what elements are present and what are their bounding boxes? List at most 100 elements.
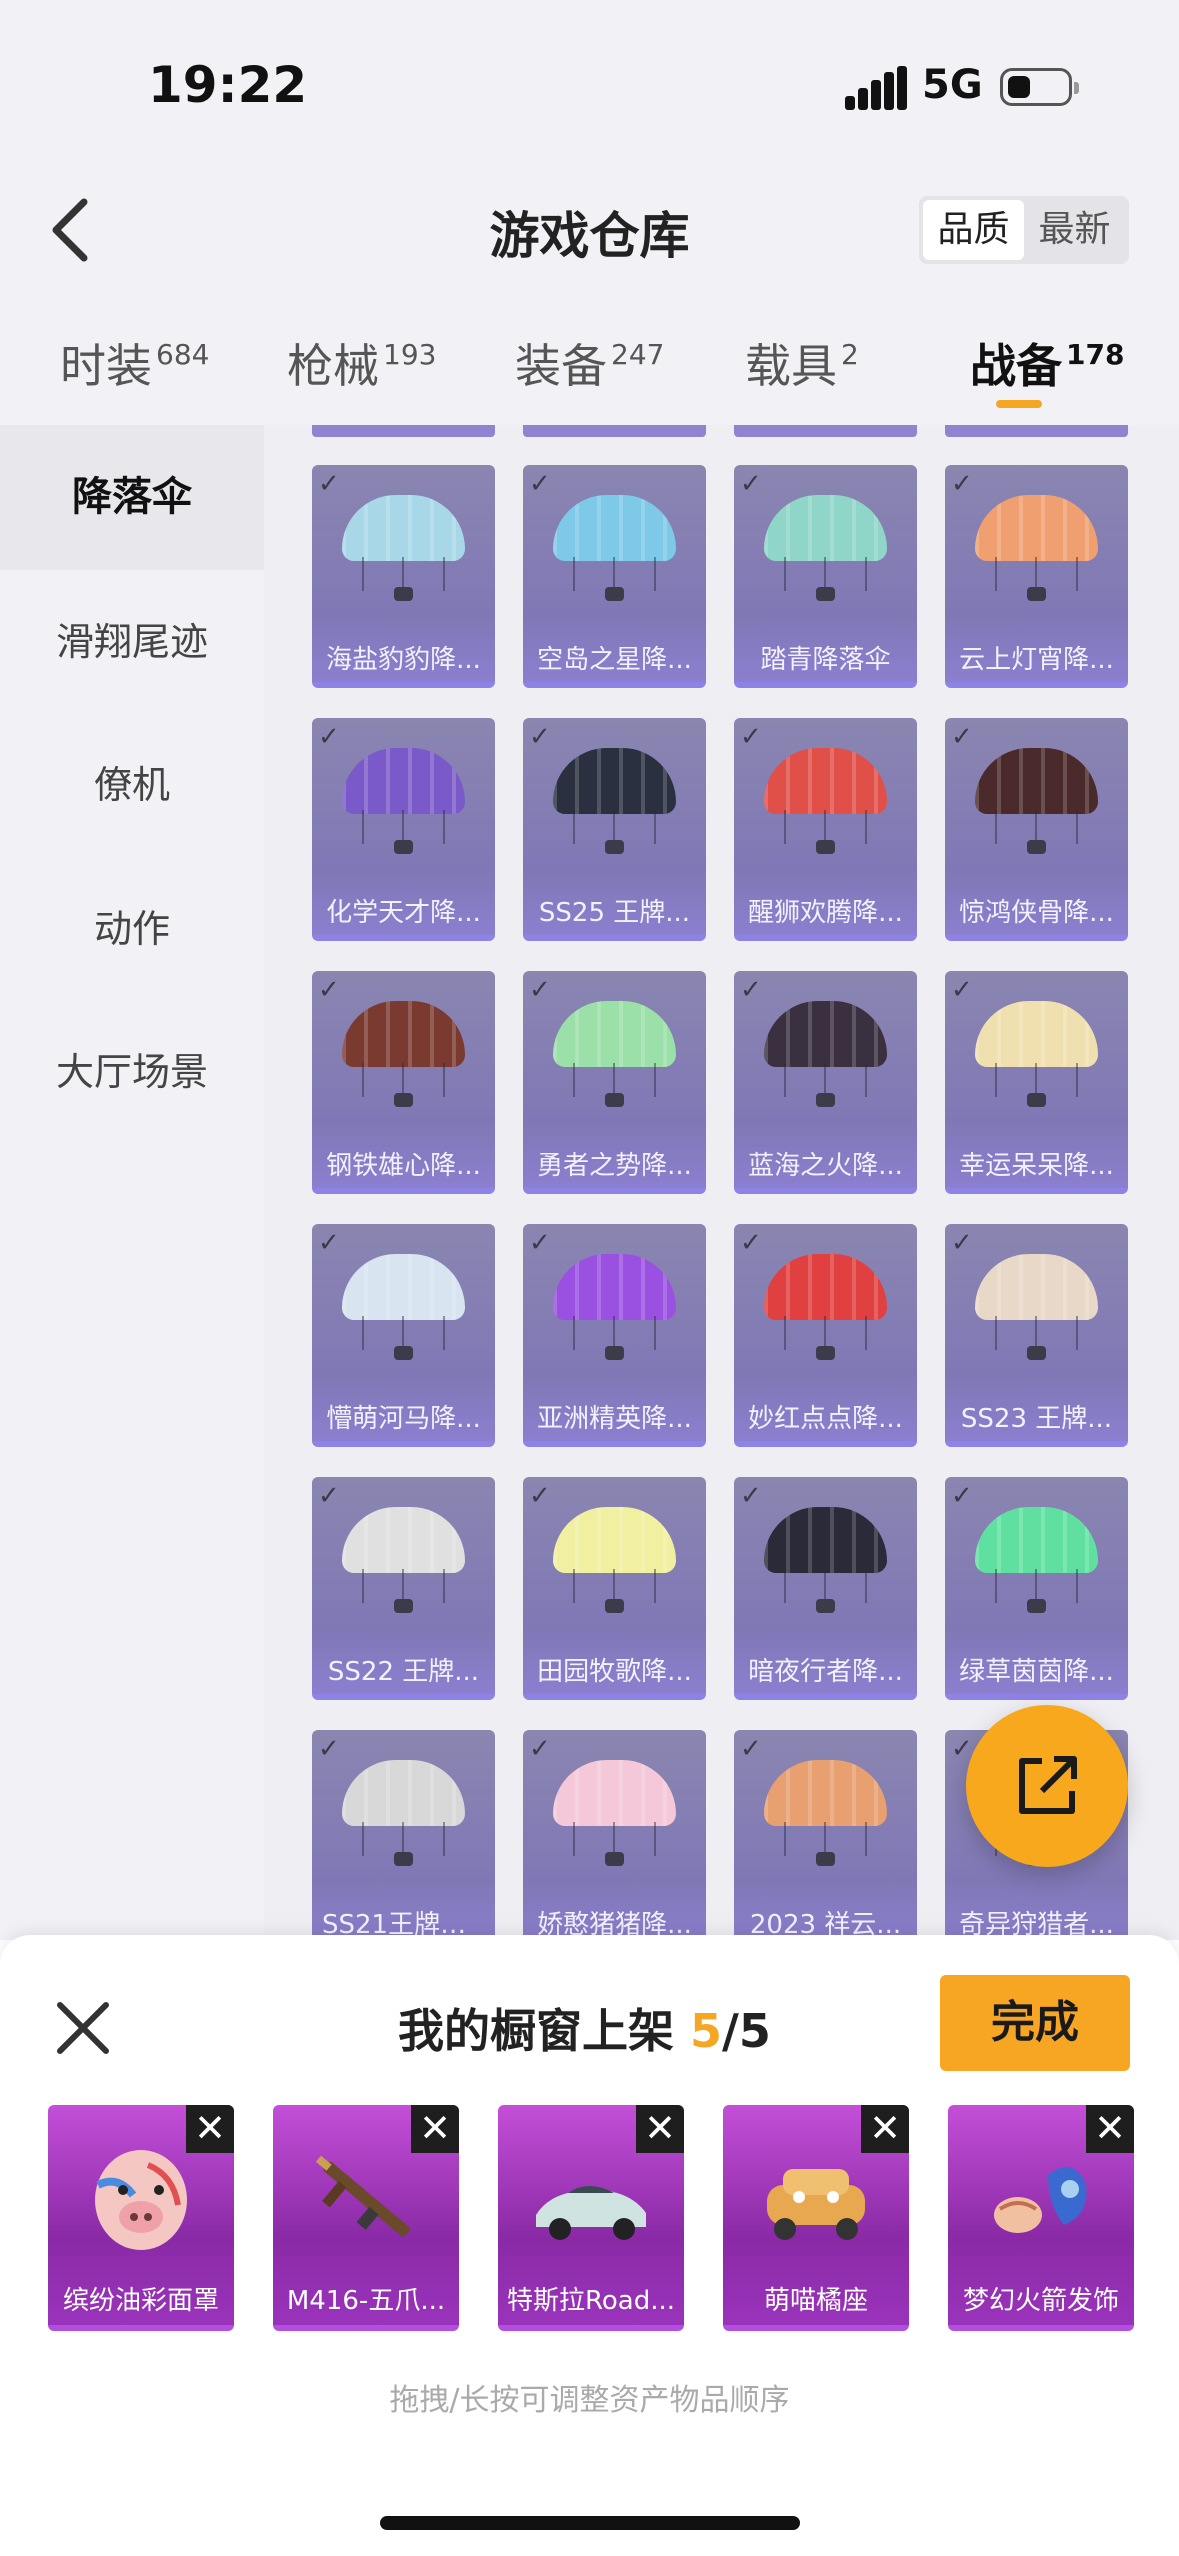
header: 游戏仓库 品质 最新: [0, 160, 1179, 300]
sidebar-item-lobby-scene[interactable]: 大厅场景: [0, 1000, 264, 1145]
owned-check-icon: ✓: [740, 975, 762, 1005]
tab-fashion[interactable]: 时装 684: [60, 330, 209, 396]
sort-option-newest[interactable]: 最新: [1024, 200, 1125, 260]
slot-label: 缤纷油彩面罩: [62, 2286, 219, 2316]
tab-count: 2: [841, 338, 859, 371]
owned-check-icon: ✓: [318, 1734, 340, 1764]
owned-check-icon: ✓: [529, 469, 551, 499]
card-label: 田园牧歌降...: [537, 1657, 692, 1687]
parachute-card[interactable]: ✓ SS21王牌降...: [312, 1730, 495, 1940]
parachute-card[interactable]: ✓ SS25 王牌...: [523, 718, 706, 941]
showcase-slot[interactable]: ✕ 萌喵橘座: [723, 2105, 909, 2331]
remove-icon[interactable]: ✕: [636, 2105, 684, 2153]
parachute-card[interactable]: ✓ 惊鸿侠骨降...: [945, 718, 1128, 941]
share-button[interactable]: [966, 1705, 1128, 1867]
remove-icon[interactable]: ✕: [411, 2105, 459, 2153]
home-indicator[interactable]: [380, 2516, 800, 2530]
parachute-card[interactable]: ✓ 亚洲精英降...: [523, 1224, 706, 1447]
owned-check-icon: ✓: [318, 975, 340, 1005]
showcase-total: /5: [722, 2004, 771, 2058]
tab-label: 载具: [745, 339, 837, 393]
card-label: 暗夜行者降...: [748, 1657, 903, 1687]
parachute-card[interactable]: ✓ 娇憨猪猪降...: [523, 1730, 706, 1940]
remove-icon[interactable]: ✕: [861, 2105, 909, 2153]
status-time: 19:22: [148, 56, 308, 114]
sidebar-item-parachute[interactable]: 降落伞: [0, 425, 264, 570]
tab-label: 战备: [970, 339, 1062, 393]
partial-card: [312, 425, 495, 437]
owned-check-icon: ✓: [740, 1734, 762, 1764]
showcase-panel: 我的橱窗上架 5/5 完成 ✕ 缤纷油彩面罩 ✕ M416-五爪... ✕ 特斯…: [0, 1935, 1179, 2556]
tab-vehicles[interactable]: 载具 2: [745, 330, 859, 396]
parachute-card[interactable]: ✓ 懵萌河马降...: [312, 1224, 495, 1447]
showcase-slot[interactable]: ✕ 缤纷油彩面罩: [48, 2105, 234, 2331]
card-label: SS22 王牌...: [327, 1657, 480, 1687]
remove-icon[interactable]: ✕: [186, 2105, 234, 2153]
parachute-card[interactable]: ✓ 钢铁雄心降...: [312, 971, 495, 1194]
category-tabs: 时装 684 枪械 193 装备 247 载具 2 战备 178: [0, 300, 1179, 425]
done-button[interactable]: 完成: [940, 1975, 1130, 2071]
signal-icon: [845, 66, 907, 110]
showcase-slot[interactable]: ✕ 梦幻火箭发饰: [948, 2105, 1134, 2331]
sidebar-item-wingman[interactable]: 僚机: [0, 713, 264, 858]
parachute-card[interactable]: ✓ SS23 王牌...: [945, 1224, 1128, 1447]
parachute-icon: [553, 1507, 676, 1617]
owned-check-icon: ✓: [529, 975, 551, 1005]
tab-combat-gear[interactable]: 战备 178: [970, 330, 1124, 396]
parachute-icon: [975, 1001, 1098, 1111]
sidebar-item-emote[interactable]: 动作: [0, 857, 264, 1002]
parachute-icon: [342, 495, 465, 605]
tab-guns[interactable]: 枪械 193: [287, 330, 436, 396]
owned-check-icon: ✓: [318, 722, 340, 752]
tab-label: 时装: [60, 339, 152, 393]
parachute-card[interactable]: ✓ 2023 祥云...: [734, 1730, 917, 1940]
parachute-card[interactable]: ✓ 海盐豹豹降...: [312, 465, 495, 688]
parachute-icon: [342, 1254, 465, 1364]
partial-row: [264, 425, 1179, 437]
owned-check-icon: ✓: [951, 975, 973, 1005]
showcase-slot[interactable]: ✕ M416-五爪...: [273, 2105, 459, 2331]
owned-check-icon: ✓: [529, 1734, 551, 1764]
parachute-card[interactable]: ✓ 妙红点点降...: [734, 1224, 917, 1447]
parachute-card[interactable]: ✓ 踏青降落伞: [734, 465, 917, 688]
tab-count: 178: [1066, 338, 1125, 371]
close-button[interactable]: [50, 1995, 116, 2061]
parachute-icon: [764, 1001, 887, 1111]
parachute-card[interactable]: ✓ 空岛之星降...: [523, 465, 706, 688]
parachute-card[interactable]: ✓ 醒狮欢腾降...: [734, 718, 917, 941]
sort-option-quality[interactable]: 品质: [923, 200, 1024, 260]
parachute-card[interactable]: ✓ 蓝海之火降...: [734, 971, 917, 1194]
tab-count: 247: [611, 338, 665, 371]
parachute-icon: [764, 748, 887, 858]
active-tab-indicator: [996, 400, 1042, 408]
parachute-icon: [342, 1001, 465, 1111]
share-icon: [1019, 1756, 1077, 1814]
parachute-card[interactable]: ✓ 田园牧歌降...: [523, 1477, 706, 1700]
parachute-card[interactable]: ✓ 绿草茵茵降...: [945, 1477, 1128, 1700]
owned-check-icon: ✓: [529, 1481, 551, 1511]
card-label: 绿草茵茵降...: [959, 1657, 1114, 1687]
owned-check-icon: ✓: [740, 1481, 762, 1511]
parachute-icon: [342, 1760, 465, 1870]
parachute-icon: [553, 748, 676, 858]
remove-icon[interactable]: ✕: [1086, 2105, 1134, 2153]
panel-title-text: 我的橱窗上架: [398, 2004, 674, 2058]
parachute-icon: [342, 1507, 465, 1617]
parachute-icon: [764, 1254, 887, 1364]
tab-equipment[interactable]: 装备 247: [515, 330, 664, 396]
showcase-slot[interactable]: ✕ 特斯拉Road...: [498, 2105, 684, 2331]
parachute-card[interactable]: ✓ 幸运呆呆降...: [945, 971, 1128, 1194]
parachute-card[interactable]: ✓ SS22 王牌...: [312, 1477, 495, 1700]
showcase-count: 5: [690, 2004, 723, 2058]
rifle-icon: [315, 2155, 410, 2237]
parachute-card[interactable]: ✓ 化学天才降...: [312, 718, 495, 941]
subcategory-sidebar: 降落伞 滑翔尾迹 僚机 动作 大厅场景: [0, 425, 264, 1940]
parachute-card[interactable]: ✓ 云上灯宵降...: [945, 465, 1128, 688]
sidebar-item-glide-trail[interactable]: 滑翔尾迹: [0, 570, 264, 715]
owned-check-icon: ✓: [951, 1228, 973, 1258]
car-icon: [536, 2186, 646, 2240]
network-label: 5G: [922, 62, 983, 108]
parachute-card[interactable]: ✓ 勇者之势降...: [523, 971, 706, 1194]
owned-check-icon: ✓: [740, 469, 762, 499]
parachute-card[interactable]: ✓ 暗夜行者降...: [734, 1477, 917, 1700]
